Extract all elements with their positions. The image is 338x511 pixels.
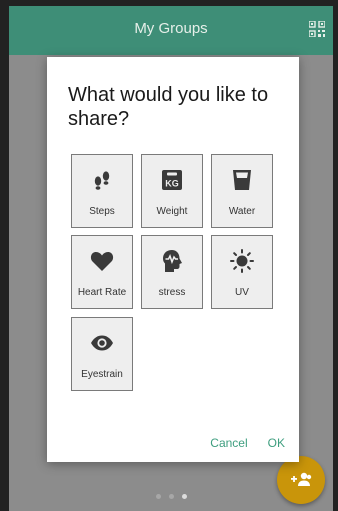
- share-option-label: stress: [158, 287, 186, 298]
- page-dot[interactable]: [169, 494, 174, 499]
- dialog-actions: Cancel OK: [210, 436, 285, 450]
- share-option-label: Heart Rate: [77, 287, 127, 298]
- page-indicator: [156, 494, 187, 499]
- share-option-water[interactable]: Water: [211, 154, 273, 228]
- page-dot[interactable]: [156, 494, 161, 499]
- qr-code-icon[interactable]: [309, 21, 325, 37]
- add-group-icon: [291, 472, 312, 486]
- dialog-title: What would you like to share?: [68, 84, 269, 130]
- eye-icon: [91, 335, 113, 351]
- share-option-uv[interactable]: UV: [211, 235, 273, 309]
- head-stress-icon: [163, 250, 182, 272]
- water-glass-icon: [233, 170, 251, 190]
- share-option-weight[interactable]: KG Weight: [141, 154, 203, 228]
- share-option-steps[interactable]: Steps: [71, 154, 133, 228]
- svg-text:KG: KG: [165, 179, 179, 189]
- page-title: My Groups: [134, 20, 208, 37]
- add-group-button[interactable]: [277, 456, 325, 504]
- share-option-label: Weight: [156, 206, 188, 217]
- share-option-label: Steps: [89, 206, 115, 217]
- share-option-heart-rate[interactable]: Heart Rate: [71, 235, 133, 309]
- page-dot-active[interactable]: [182, 494, 187, 499]
- app-bar: My Groups: [9, 6, 333, 55]
- share-option-label: Water: [228, 206, 256, 217]
- footsteps-icon: [94, 171, 110, 190]
- kg-weight-icon: KG: [162, 170, 182, 190]
- cancel-button[interactable]: Cancel: [210, 436, 247, 450]
- share-option-label: UV: [235, 287, 249, 298]
- share-option-label: Eyestrain: [81, 369, 123, 380]
- ok-button[interactable]: OK: [268, 436, 285, 450]
- heart-icon: [90, 252, 114, 271]
- share-dialog: What would you like to share? Steps KG W…: [47, 57, 299, 462]
- share-option-eyestrain[interactable]: Eyestrain: [71, 317, 133, 391]
- sun-icon: [230, 249, 254, 273]
- share-option-stress[interactable]: stress: [141, 235, 203, 309]
